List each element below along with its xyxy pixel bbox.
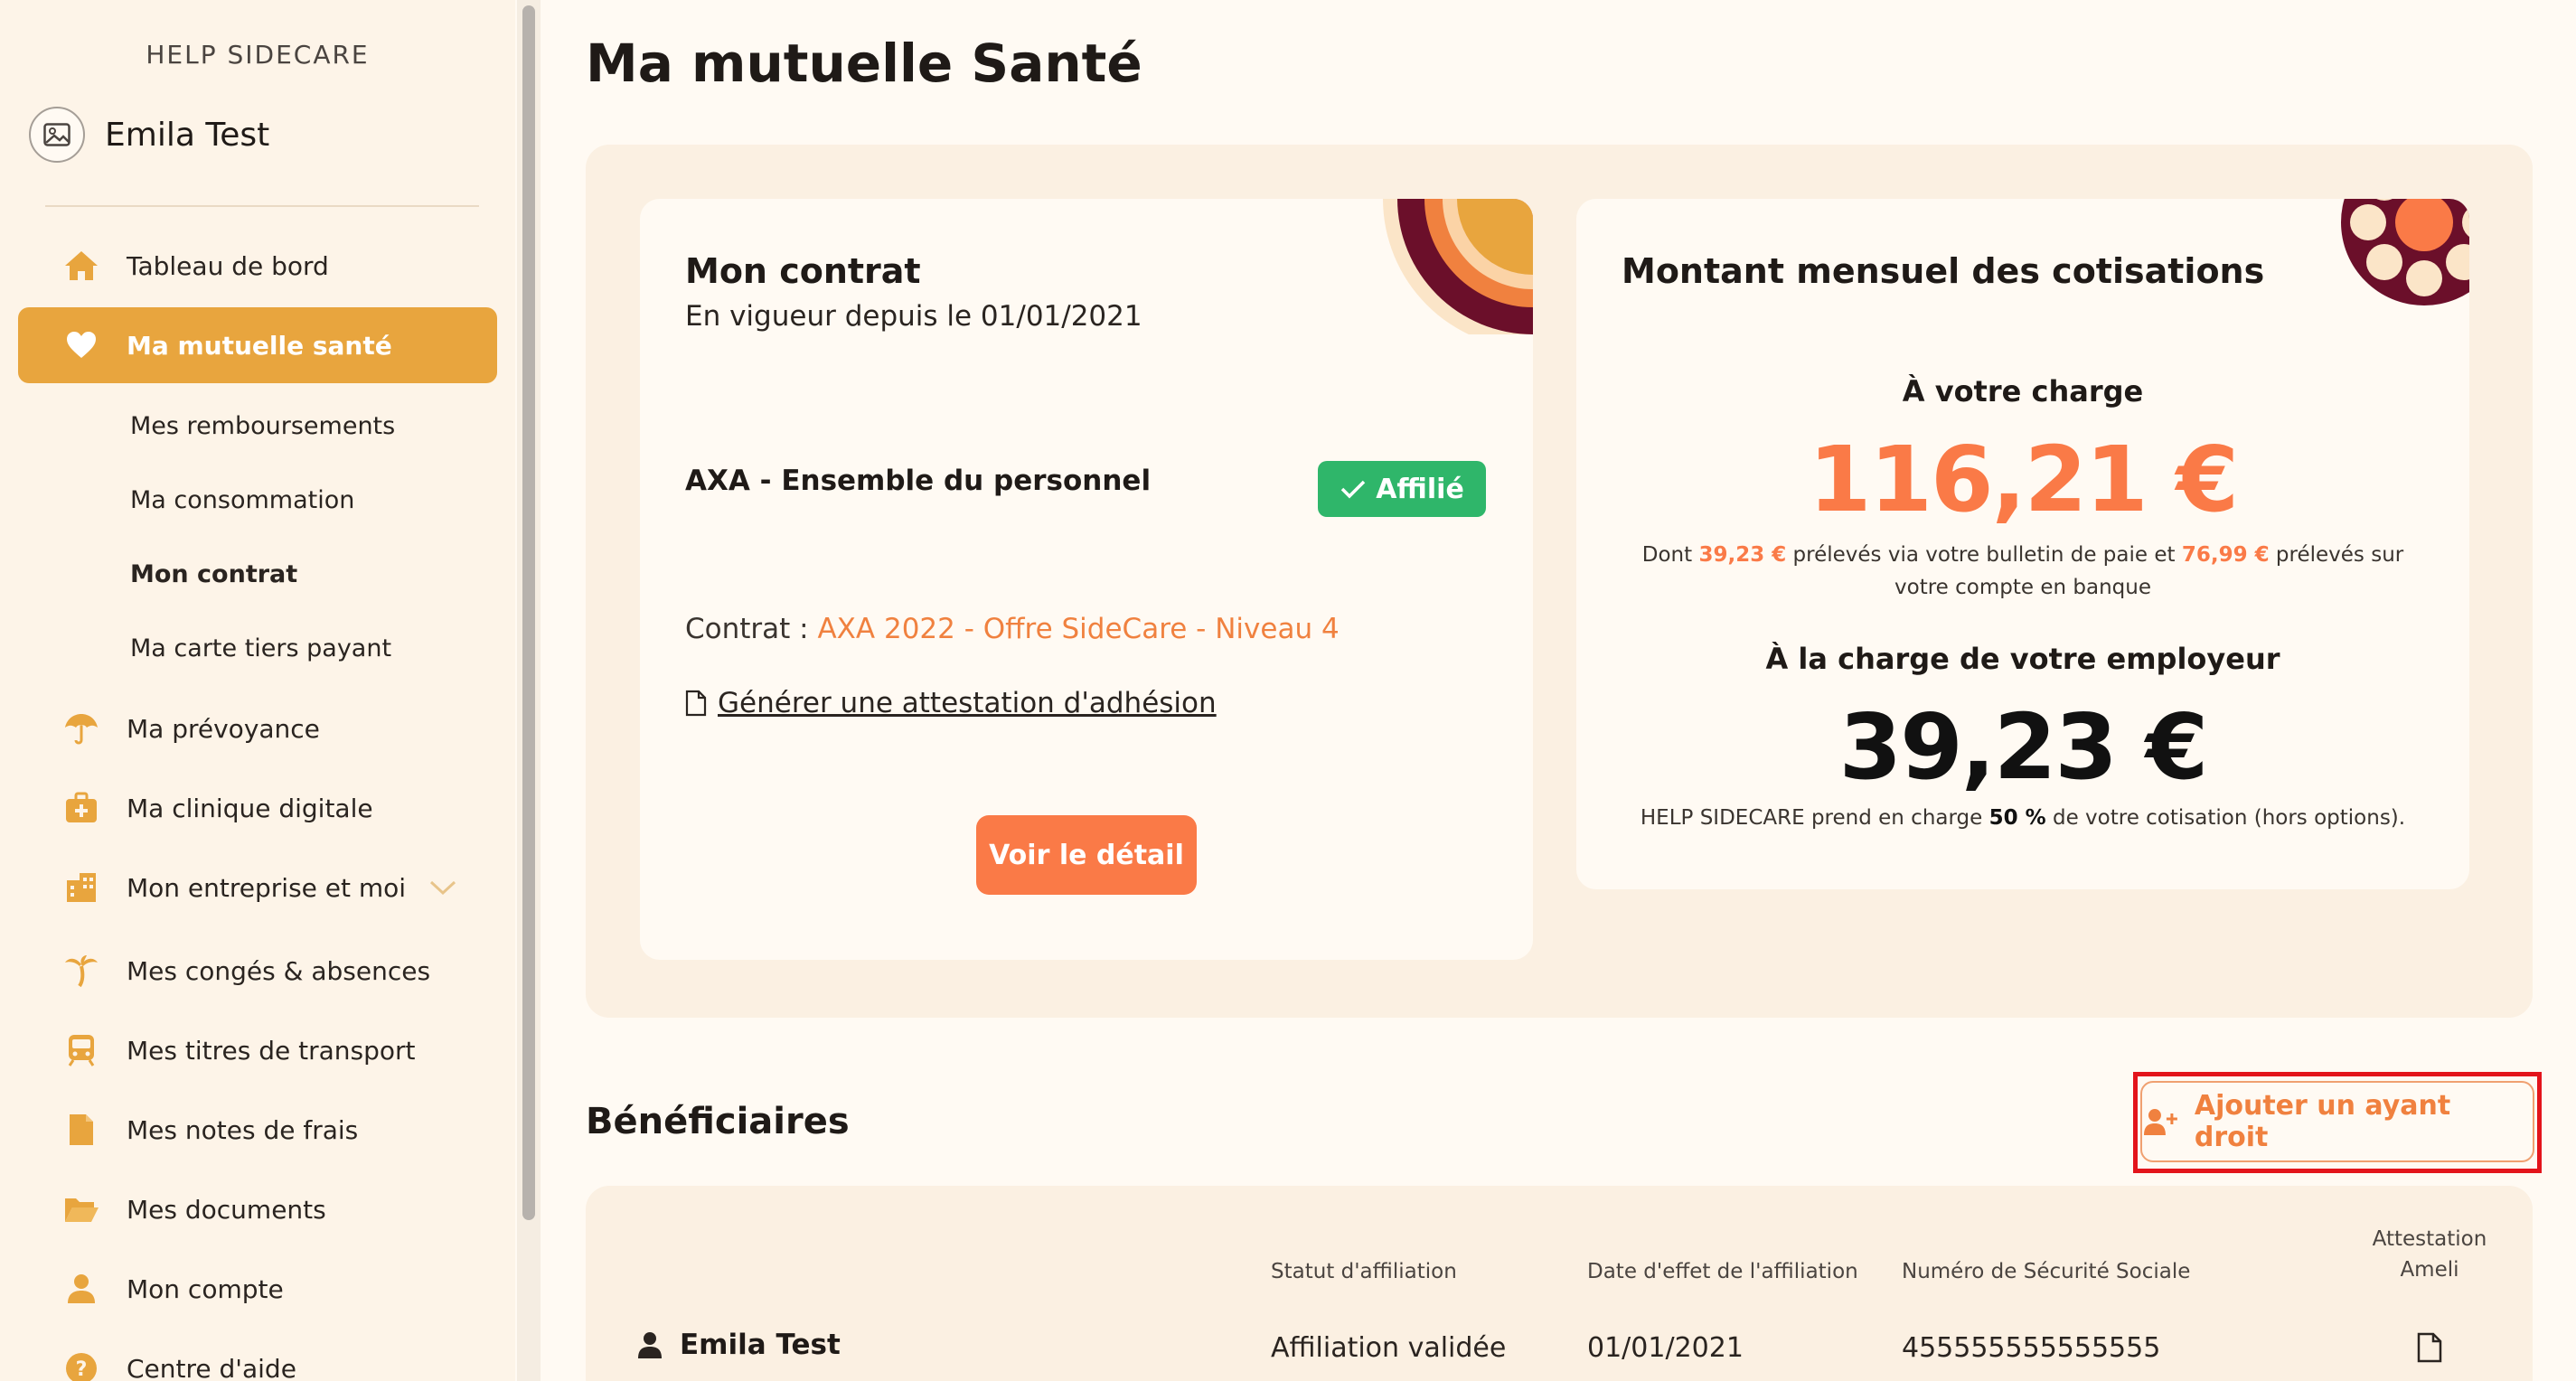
beneficiary-date: 01/01/2021	[1587, 1332, 1744, 1364]
decorative-arc-icon	[1383, 199, 1533, 334]
contract-name: AXA 2022 - Offre SideCare - Niveau 4	[817, 613, 1340, 645]
beneficiaries-title: Bénéficiaires	[586, 1101, 850, 1142]
home-icon	[61, 246, 101, 286]
beneficiary-ssn: 455555555555555	[1902, 1332, 2161, 1364]
user-icon	[61, 1269, 101, 1309]
column-header-date: Date d'effet de l'affiliation	[1587, 1260, 1858, 1283]
palm-tree-icon	[61, 951, 101, 991]
contributions-title: Montant mensuel des cotisations	[1622, 251, 2265, 291]
nav-label: Tableau de bord	[127, 250, 329, 281]
employer-note-prefix: HELP SIDECARE prend en charge	[1640, 806, 1989, 830]
beneficiary-name-label: Emila Test	[680, 1329, 841, 1361]
svg-text:?: ?	[76, 1358, 88, 1381]
nav-label: Centre d'aide	[127, 1353, 296, 1381]
nav-dashboard[interactable]: Tableau de bord	[18, 228, 497, 304]
subnav-consumption[interactable]: Ma consommation	[130, 486, 354, 514]
generate-attestation-link[interactable]: Générer une attestation d'adhésion	[718, 687, 1217, 719]
umbrella-icon	[61, 709, 101, 748]
sidebar: HELP SIDECARE Emila Test Tableau de bord…	[0, 0, 515, 1381]
contract-card: Mon contrat En vigueur depuis le 01/01/2…	[640, 199, 1533, 960]
chevron-down-icon[interactable]	[428, 873, 457, 903]
main-content: Ma mutuelle Santé Mon contrat En vigueur…	[542, 0, 2576, 1381]
highlight-box	[2133, 1072, 2542, 1173]
nav-documents[interactable]: Mes documents	[18, 1171, 497, 1247]
help-icon: ?	[61, 1348, 101, 1381]
nav-label: Mon compte	[127, 1273, 284, 1304]
nav-help-center[interactable]: ? Centre d'aide	[18, 1330, 497, 1381]
nav-health-insurance[interactable]: Ma mutuelle santé	[18, 307, 497, 383]
view-detail-button[interactable]: Voir le détail	[976, 815, 1197, 895]
company-name: HELP SIDECARE	[146, 40, 370, 70]
avatar-placeholder-icon	[29, 107, 85, 163]
document-icon	[61, 1110, 101, 1150]
subnav-contract[interactable]: Mon contrat	[130, 560, 297, 588]
nav-digital-clinic[interactable]: Ma clinique digitale	[18, 770, 497, 846]
sidebar-scrollbar[interactable]	[522, 5, 535, 1220]
detail-prefix: Dont	[1641, 543, 1699, 567]
nav-label: Ma mutuelle santé	[127, 330, 392, 361]
check-icon	[1340, 480, 1366, 499]
heart-icon	[61, 325, 101, 365]
nav-leaves[interactable]: Mes congés & absences	[18, 933, 497, 1009]
user-name: Emila Test	[105, 116, 270, 154]
column-header-status: Statut d'affiliation	[1271, 1260, 1457, 1283]
contract-since: En vigueur depuis le 01/01/2021	[685, 300, 1142, 333]
employer-charge-label: À la charge de votre employeur	[1765, 642, 2280, 676]
employer-note: HELP SIDECARE prend en charge 50 % de vo…	[1576, 806, 2469, 830]
decorative-flower-icon	[2341, 199, 2469, 305]
employer-note-suffix: de votre cotisation (hors options).	[2045, 806, 2406, 830]
column-header-ameli-line2: Ameli	[2400, 1258, 2459, 1282]
user-profile[interactable]: Emila Test	[29, 107, 269, 163]
summary-panel: Mon contrat En vigueur depuis le 01/01/2…	[586, 145, 2533, 1018]
nav-transport[interactable]: Mes titres de transport	[18, 1012, 497, 1088]
column-header-ameli: Attestation Ameli	[2366, 1227, 2493, 1282]
nav-label: Ma prévoyance	[127, 713, 320, 744]
folder-icon	[61, 1189, 101, 1229]
file-icon	[685, 690, 707, 717]
nav-label: Mes notes de frais	[127, 1114, 359, 1145]
status-label: Affilié	[1376, 473, 1464, 505]
nav-label: Mes documents	[127, 1194, 326, 1225]
nav-company[interactable]: Mon entreprise et moi	[18, 850, 497, 925]
sidebar-divider	[45, 205, 479, 207]
contract-line: Contrat : AXA 2022 - Offre SideCare - Ni…	[685, 613, 1340, 645]
subnav-tiers-payant-card[interactable]: Ma carte tiers payant	[130, 634, 391, 662]
your-charge-label: À votre charge	[1902, 374, 2144, 409]
your-charge-amount: 116,21 €	[1808, 427, 2239, 532]
beneficiaries-table	[586, 1186, 2533, 1381]
nav-label: Mes congés & absences	[127, 955, 431, 986]
medical-kit-icon	[61, 788, 101, 828]
column-header-ameli-line1: Attestation	[2372, 1227, 2487, 1251]
nav-label: Mon entreprise et moi	[127, 872, 407, 903]
payroll-amount: 39,23 €	[1698, 543, 1787, 567]
person-icon	[638, 1332, 662, 1358]
nav-expense-reports[interactable]: Mes notes de frais	[18, 1092, 497, 1168]
nav-label: Ma clinique digitale	[127, 793, 373, 823]
employer-note-pct: 50 %	[1988, 806, 2046, 830]
page-title: Ma mutuelle Santé	[586, 33, 1142, 94]
charge-detail: Dont 39,23 € prélevés via votre bulletin…	[1576, 539, 2469, 604]
detail-middle: prélevés via votre bulletin de paie et	[1786, 543, 2182, 567]
nav-prevoyance[interactable]: Ma prévoyance	[18, 690, 497, 766]
beneficiary-status: Affiliation validée	[1271, 1332, 1507, 1364]
nav-label: Mes titres de transport	[127, 1035, 416, 1066]
contract-title: Mon contrat	[685, 251, 921, 291]
train-icon	[61, 1030, 101, 1070]
ameli-attestation-file-icon[interactable]	[2417, 1332, 2442, 1367]
beneficiary-name: Emila Test	[636, 1329, 841, 1361]
attestation-row[interactable]: Générer une attestation d'adhésion	[685, 687, 1217, 719]
column-header-ssn: Numéro de Sécurité Sociale	[1902, 1260, 2191, 1283]
subnav-reimbursements[interactable]: Mes remboursements	[130, 412, 395, 440]
contributions-card: Montant mensuel des cotisations À votre …	[1576, 199, 2469, 889]
contract-label: Contrat :	[685, 613, 818, 645]
insurer-name: AXA - Ensemble du personnel	[685, 465, 1152, 497]
employer-charge-amount: 39,23 €	[1838, 694, 2209, 800]
building-icon	[61, 868, 101, 907]
nav-account[interactable]: Mon compte	[18, 1251, 497, 1327]
affiliation-status-badge: Affilié	[1318, 461, 1486, 517]
bank-amount: 76,99 €	[2181, 543, 2270, 567]
